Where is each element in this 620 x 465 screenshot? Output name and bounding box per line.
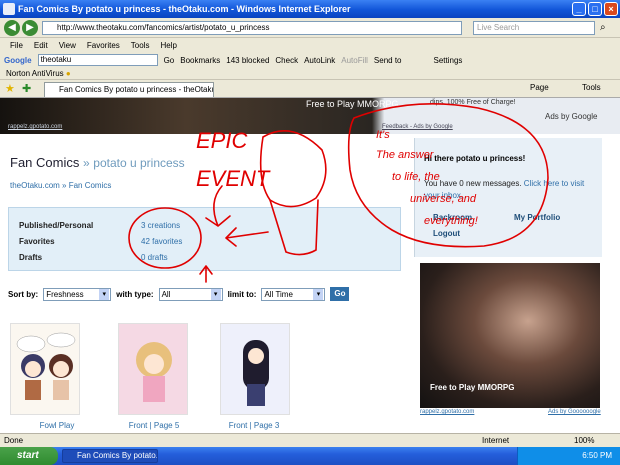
- norton-label[interactable]: Norton AntiVirus: [6, 69, 64, 78]
- tools-menu[interactable]: Tools: [582, 83, 601, 92]
- banner-play-text[interactable]: Free to Play MMORPG: [306, 99, 399, 109]
- close-button[interactable]: ×: [604, 2, 618, 16]
- tab-current[interactable]: Fan Comics By potato u princess - theOta…: [44, 82, 214, 97]
- stat-label-published: Published/Personal: [19, 221, 94, 230]
- type-select[interactable]: All: [158, 287, 223, 301]
- sort-select[interactable]: Freshness: [43, 287, 112, 301]
- address-bar[interactable]: http://www.theotaku.com/fancomics/artist…: [42, 21, 462, 35]
- comic-thumbnail-front-5[interactable]: [118, 323, 188, 415]
- banner-feedback[interactable]: Feedback - Ads by Google: [382, 124, 453, 130]
- breadcrumb[interactable]: theOtaku.com » Fan Comics: [10, 181, 111, 190]
- greeting: Hi there potato u princess!: [424, 154, 526, 163]
- bookmarks-button[interactable]: Bookmarks: [180, 56, 220, 65]
- user-panel: Hi there potato u princess! You have 0 n…: [414, 138, 602, 257]
- stat-label-drafts: Drafts: [19, 253, 43, 262]
- system-tray: 6:50 PM: [517, 447, 620, 465]
- search-icon[interactable]: ⌕: [600, 22, 606, 33]
- back-button[interactable]: ◀: [4, 20, 20, 36]
- caption-fowl-play[interactable]: Fowl Play: [17, 421, 97, 430]
- send-to-button[interactable]: Send to: [374, 56, 402, 65]
- stats-box: Published/Personal 3 creations Favorites…: [8, 207, 401, 271]
- stat-label-favorites: Favorites: [19, 237, 55, 246]
- message-notice: You have 0 new messages. Click here to v…: [424, 179, 585, 200]
- sort-label: Sort by:: [8, 289, 39, 299]
- comic-thumbnail-fowl-play[interactable]: [10, 323, 80, 415]
- menu-favorites[interactable]: Favorites: [87, 41, 120, 50]
- limit-label: limit to:: [227, 289, 257, 299]
- logout-link[interactable]: Logout: [433, 229, 460, 238]
- menu-view[interactable]: View: [59, 41, 76, 50]
- menu-help[interactable]: Help: [160, 41, 176, 50]
- menu-edit[interactable]: Edit: [34, 41, 48, 50]
- google-search-input[interactable]: theotaku: [37, 54, 158, 66]
- status-bar: Done Internet 100%: [0, 433, 620, 447]
- ad-by-google[interactable]: Ads by Goooooogle: [548, 409, 601, 415]
- filter-go-button[interactable]: Go: [330, 287, 350, 301]
- windows-taskbar: start Fan Comics By potato... 6:50 PM: [0, 447, 620, 465]
- filter-bar: Sort by: Freshness with type: All limit …: [8, 287, 350, 301]
- cover-drawing: [136, 342, 172, 402]
- banner-dips-text: dips. 100% Free of Charge!: [430, 99, 516, 106]
- norton-toolbar: Norton AntiVirus ●: [0, 68, 620, 80]
- check-button[interactable]: Check: [275, 56, 298, 65]
- page-subtitle: potato u princess: [93, 156, 185, 170]
- live-search-input[interactable]: Live Search: [473, 21, 595, 35]
- caption-front-5[interactable]: Front | Page 5: [114, 421, 194, 430]
- autofill-button[interactable]: AutoFill: [341, 56, 368, 65]
- add-favorite-icon[interactable]: ✚: [22, 82, 31, 95]
- ie-icon: [3, 3, 15, 15]
- tab-row: ★ ✚ Fan Comics By potato u princess - th…: [0, 80, 620, 98]
- portfolio-link[interactable]: My Portfolio: [514, 213, 560, 222]
- page-menu[interactable]: Page: [530, 83, 549, 92]
- window-title: Fan Comics By potato u princess - theOta…: [18, 4, 351, 14]
- stat-value-favorites[interactable]: 42 favorites: [141, 237, 182, 246]
- type-label: with type:: [116, 289, 154, 299]
- zone-indicator: Internet: [482, 436, 510, 445]
- ad-link[interactable]: rappelz.gpotato.com: [420, 409, 474, 415]
- norton-icon: ●: [65, 69, 71, 78]
- banner-link[interactable]: rappelz.gpotato.com: [8, 124, 62, 130]
- taskbar-item-ie[interactable]: Fan Comics By potato...: [62, 449, 158, 463]
- backroom-link[interactable]: Backroom: [433, 213, 472, 222]
- menu-file[interactable]: File: [10, 41, 23, 50]
- stat-value-published[interactable]: 3 creations: [141, 221, 180, 230]
- popup-blocked-count[interactable]: 143 blocked: [226, 56, 269, 65]
- autolink-button[interactable]: AutoLink: [304, 56, 335, 65]
- page-title: Fan Comics » potato u princess: [10, 155, 185, 170]
- clock: 6:50 PM: [582, 451, 612, 460]
- forward-button[interactable]: ▶: [22, 20, 38, 36]
- ads-by-google[interactable]: Ads by Google: [545, 112, 597, 121]
- stat-value-drafts[interactable]: 0 drafts: [141, 253, 168, 262]
- menu-tools[interactable]: Tools: [131, 41, 150, 50]
- comic-thumbnail-front-3[interactable]: [220, 323, 290, 415]
- chibi-drawing: [16, 332, 76, 400]
- google-logo: Google: [4, 55, 32, 65]
- ad-play-text[interactable]: Free to Play MMORPG: [430, 383, 514, 392]
- limit-select[interactable]: All Time: [261, 287, 326, 301]
- menu-bar: File Edit View Favorites Tools Help: [0, 38, 620, 52]
- start-button[interactable]: start: [0, 447, 58, 465]
- google-go-button[interactable]: Go: [164, 56, 175, 65]
- cover-drawing: [243, 340, 269, 406]
- google-toolbar: Google theotaku Go Bookmarks 143 blocked…: [0, 52, 620, 68]
- caption-front-3[interactable]: Front | Page 3: [214, 421, 294, 430]
- web-page: rappelz.gpotato.com Free to Play MMORPG …: [0, 98, 620, 433]
- sidebar-ad-image[interactable]: Free to Play MMORPG: [420, 263, 600, 408]
- settings-button[interactable]: Settings: [434, 56, 463, 65]
- maximize-button[interactable]: □: [588, 2, 602, 16]
- favorites-star-icon[interactable]: ★: [5, 82, 15, 95]
- address-row: ◀ ▶ http://www.theotaku.com/fancomics/ar…: [0, 18, 620, 38]
- minimize-button[interactable]: _: [572, 2, 586, 16]
- status-text: Done: [4, 436, 24, 445]
- window-titlebar: Fan Comics By potato u princess - theOta…: [0, 0, 620, 18]
- zoom-level[interactable]: 100%: [574, 434, 594, 447]
